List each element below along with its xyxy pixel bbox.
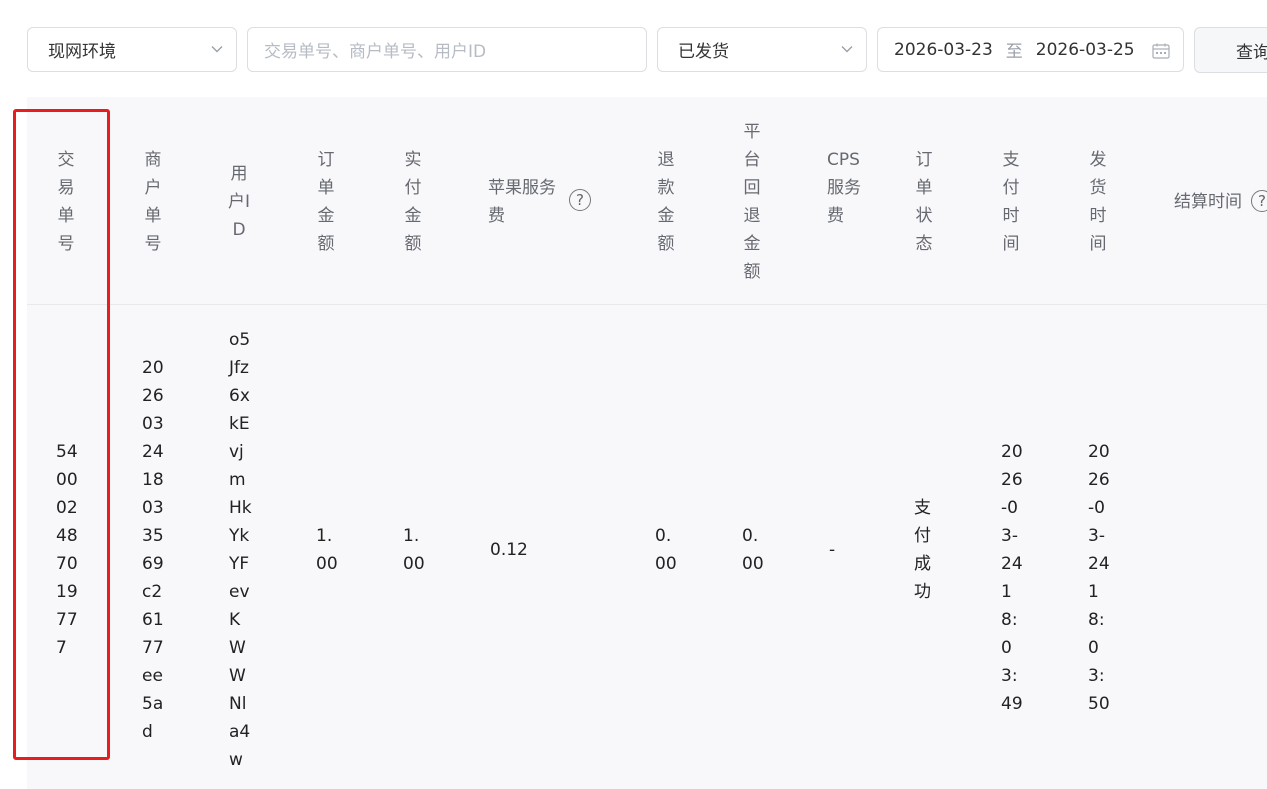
header-refund-amount: 退款金额	[657, 150, 675, 254]
cell-platform-refund: 0.00	[742, 526, 764, 574]
chevron-down-icon	[841, 46, 853, 53]
header-order-status: 订单状态	[915, 150, 933, 254]
date-start[interactable]: 2026-03-23	[894, 40, 993, 60]
header-user-id: 用户ID	[228, 164, 251, 240]
cell-pay-time: 2026-03-24 18:03:49	[1001, 442, 1023, 714]
date-end[interactable]: 2026-03-25	[1036, 40, 1135, 60]
help-icon[interactable]: ?	[1251, 190, 1267, 212]
header-ship-time: 发货时间	[1089, 150, 1107, 254]
header-paid-amount: 实付金额	[404, 150, 422, 254]
header-merchant-no: 商户单号	[144, 150, 162, 254]
query-button-label: 查询	[1236, 42, 1267, 63]
cell-apple-fee: 0.12	[490, 540, 528, 560]
search-input[interactable]: 交易单号、商户单号、用户ID	[247, 27, 647, 72]
header-divider	[27, 304, 1267, 305]
chevron-down-icon	[211, 46, 223, 53]
cell-refund-amount: 0.00	[655, 526, 677, 574]
header-order-amount: 订单金额	[317, 150, 335, 254]
environment-select[interactable]: 现网环境	[27, 27, 237, 72]
header-cps-fee: CPS服务费	[827, 150, 861, 226]
cell-ship-time: 2026-03-24 18:03:50	[1088, 442, 1110, 714]
highlight-box	[13, 109, 110, 760]
orders-table	[27, 97, 1267, 789]
cell-paid-amount: 1.00	[403, 526, 425, 574]
help-icon[interactable]: ?	[569, 189, 591, 211]
cell-order-amount: 1.00	[316, 526, 338, 574]
header-pay-time: 支付时间	[1002, 150, 1020, 254]
search-placeholder: 交易单号、商户单号、用户ID	[264, 42, 487, 62]
cell-user-id: o5Jfz6xkEvjmHkYkYFevKWWNla4w	[229, 330, 252, 770]
cell-merchant-no: 2026032418033569c26177ee5ad	[142, 358, 164, 742]
query-button[interactable]: 查询	[1194, 27, 1267, 73]
status-select[interactable]: 已发货	[657, 27, 867, 72]
header-apple-fee: 苹果服务费	[488, 178, 556, 226]
cell-order-status: 支付成功	[914, 498, 931, 602]
date-separator: 至	[1005, 42, 1023, 62]
status-value: 已发货	[678, 42, 729, 62]
calendar-icon	[1152, 43, 1170, 59]
cell-cps-fee: -	[829, 540, 836, 560]
environment-value: 现网环境	[48, 42, 116, 62]
date-range-picker[interactable]: 2026-03-23 至 2026-03-25	[877, 27, 1184, 72]
header-platform-refund: 平台回退金额	[743, 122, 761, 282]
